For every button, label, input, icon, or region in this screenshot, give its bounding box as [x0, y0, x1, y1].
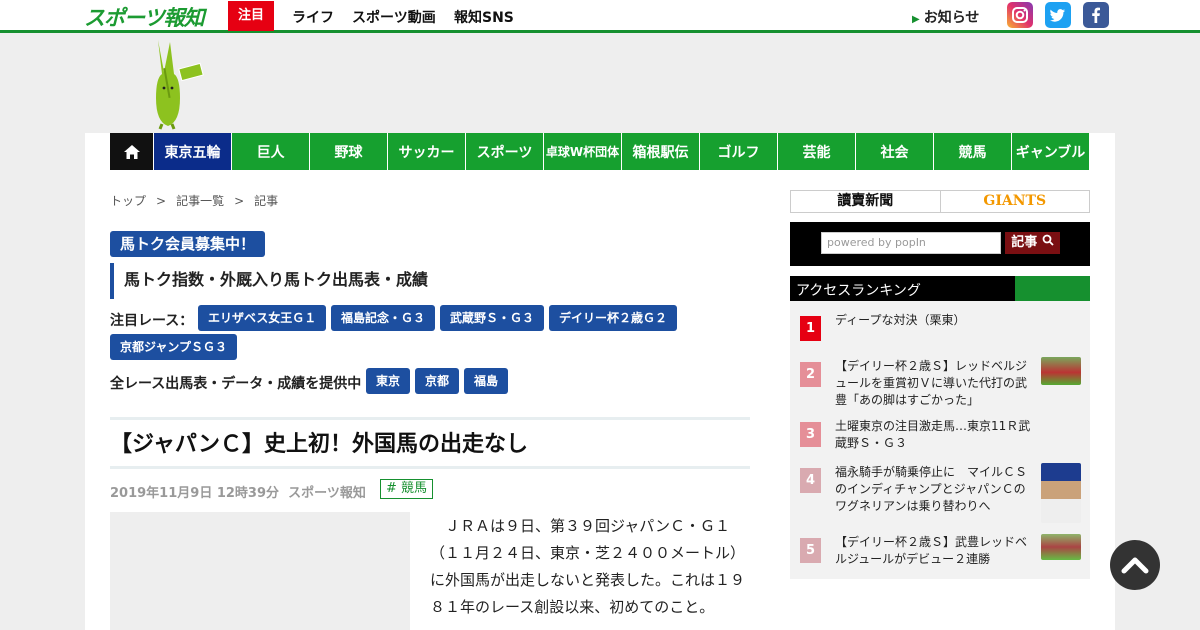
category-baseball[interactable]: 野球 [309, 133, 387, 170]
nav-sports-video[interactable]: スポーツ動画 [352, 7, 436, 27]
top-bar: スポーツ報知 注目 ライフ スポーツ動画 報知SNS ▶ お知らせ [0, 0, 1200, 33]
home-icon[interactable] [110, 133, 153, 170]
back-to-top-button[interactable] [1110, 540, 1160, 590]
news-link[interactable]: ▶ お知らせ [912, 7, 979, 27]
ranking-header: アクセスランキング [790, 276, 1090, 301]
category-hakone-ekiden[interactable]: 箱根駅伝 [621, 133, 699, 170]
triangle-right-icon: ▶ [912, 14, 920, 25]
search-icon [1042, 234, 1054, 250]
yomiuri-link[interactable]: 讀賣新聞 [791, 191, 941, 212]
breadcrumb: トップ > 記事一覧 > 記事 [110, 192, 278, 209]
race-pill[interactable]: 武蔵野Ｓ・Ｇ３ [440, 305, 545, 331]
category-sports[interactable]: スポーツ [465, 133, 543, 170]
search-button-label: 記事 [1011, 235, 1038, 250]
ranking-item[interactable]: 福永騎手が騎乗停止に マイルＣＳのインディチャンプとジャパンＣのワグネリアンは乗… [835, 464, 1035, 515]
breadcrumb-separator: > [156, 194, 167, 208]
category-gamble[interactable]: ギャンブル [1011, 133, 1089, 170]
article-tag[interactable]: # 競馬 [380, 479, 434, 499]
category-tokyo-olympics[interactable]: 東京五輪 [153, 133, 231, 170]
ranking-thumbnail[interactable] [1041, 463, 1081, 523]
race-pill[interactable]: エリザベス女王Ｇ１ [198, 305, 327, 331]
venue-pill[interactable]: 京都 [415, 368, 460, 394]
category-society[interactable]: 社会 [855, 133, 933, 170]
article-title: 【ジャパンＣ】史上初！外国馬の出走なし [110, 432, 529, 457]
mascot-image [140, 38, 210, 134]
race-pill[interactable]: デイリー杯２歳Ｇ２ [549, 305, 678, 331]
race-pill[interactable]: 福島記念・Ｇ３ [331, 305, 436, 331]
article-meta: 2019年11月9日 12時39分 スポーツ報知 [110, 482, 366, 501]
breadcrumb-current: 記事 [254, 194, 279, 208]
chevron-up-icon [1121, 557, 1149, 574]
rank-number: 3 [800, 422, 821, 447]
article-body: ＪＲＡは９日、第３９回ジャパンＣ・Ｇ１（１１月２４日、東京・芝２４００メートル）… [430, 517, 746, 616]
ranking-thumbnail[interactable] [1041, 357, 1081, 385]
featured-race-label: 注目レース： [110, 313, 194, 329]
rank-number: 4 [800, 468, 821, 493]
instagram-icon[interactable] [1007, 2, 1033, 28]
category-golf[interactable]: ゴルフ [699, 133, 777, 170]
nav-life[interactable]: ライフ [292, 7, 334, 27]
category-soccer[interactable]: サッカー [387, 133, 465, 170]
twitter-icon[interactable] [1045, 2, 1071, 28]
ranking-title: アクセスランキング [796, 283, 921, 299]
breadcrumb-list[interactable]: 記事一覧 [176, 194, 224, 208]
nav-hochi-sns[interactable]: 報知SNS [454, 7, 514, 27]
breadcrumb-separator: > [234, 194, 245, 208]
rank-number: 1 [800, 316, 821, 341]
ranking-item[interactable]: 【デイリー杯２歳Ｓ】レッドベルジュールを重賞初Ｖに導いた代打の武豊「あの脚はすご… [835, 358, 1035, 409]
category-table-tennis[interactable]: 卓球W杯団体 [543, 133, 621, 170]
article-photo [110, 512, 410, 630]
breadcrumb-top[interactable]: トップ [110, 194, 146, 208]
ranking-item[interactable]: 土曜東京の注目激走馬…東京11Ｒ武蔵野Ｓ・Ｇ３ [835, 418, 1035, 452]
member-recruit-badge[interactable]: 馬トク会員募集中！ [110, 231, 266, 257]
search-input[interactable]: powered by popIn [821, 232, 1001, 254]
venue-pill[interactable]: 福島 [464, 368, 509, 394]
race-pill[interactable]: 京都ジャンプＳＧ３ [110, 334, 238, 360]
category-keiba[interactable]: 競馬 [933, 133, 1011, 170]
umatoku-promo-link[interactable]: 馬トク指数・外厩入り馬トク出馬表・成績 [110, 263, 428, 299]
rank-number: 5 [800, 538, 821, 563]
search-box: powered by popIn 記事 [790, 222, 1090, 266]
ranking-header-accent [1015, 276, 1090, 301]
rank-number: 2 [800, 362, 821, 387]
site-logo[interactable]: スポーツ報知 [84, 2, 205, 32]
giants-link[interactable]: GIANTS [941, 191, 1090, 212]
nav-focus-button[interactable]: 注目 [228, 1, 274, 31]
category-entertainment[interactable]: 芸能 [777, 133, 855, 170]
ranking-item[interactable]: 【デイリー杯２歳Ｓ】武豊レッドベルジュールがデビュー２連勝 [835, 534, 1035, 568]
partner-bar: 讀賣新聞 GIANTS [790, 190, 1090, 213]
news-label: お知らせ [923, 10, 980, 26]
ranking-item[interactable]: ディープな対決（栗東） [835, 312, 1035, 329]
ranking-thumbnail[interactable] [1041, 534, 1081, 560]
venue-pill[interactable]: 東京 [366, 368, 411, 394]
facebook-icon[interactable] [1083, 2, 1109, 28]
category-giants[interactable]: 巨人 [231, 133, 309, 170]
search-button[interactable]: 記事 [1005, 232, 1060, 254]
article-date: 2019年11月9日 12時39分 [110, 486, 280, 501]
category-nav: 東京五輪 巨人 野球 サッカー スポーツ 卓球W杯団体 箱根駅伝 ゴルフ 芸能 … [110, 133, 1089, 170]
ranking-list: 1 ディープな対決（栗東） 2 【デイリー杯２歳Ｓ】レッドベルジュールを重賞初Ｖ… [790, 301, 1090, 579]
article-source: スポーツ報知 [288, 486, 366, 501]
all-races-label: 全レース出馬表・データ・成績を提供中 [110, 376, 362, 392]
